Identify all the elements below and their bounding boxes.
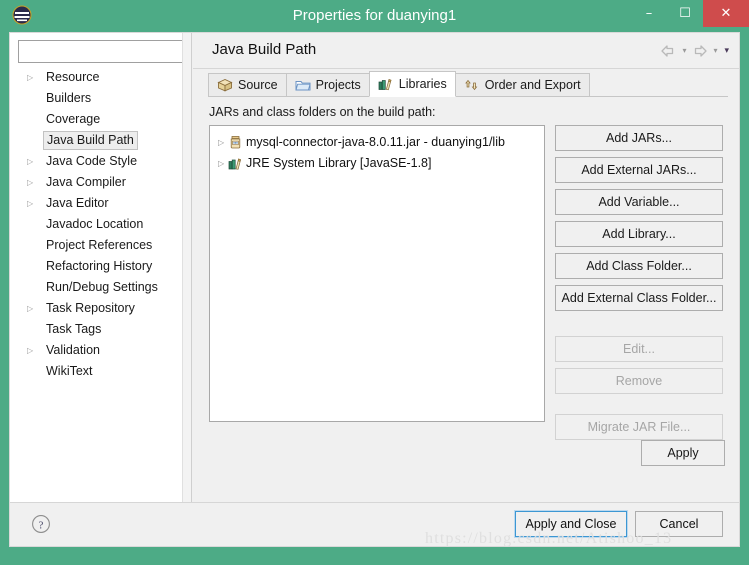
back-arrow-icon[interactable]: [660, 43, 677, 59]
build-path-entry-label: mysql-connector-java-8.0.11.jar - duanyi…: [246, 135, 505, 149]
sidebar-item-label: Java Code Style: [46, 154, 138, 168]
add-external-jars-button[interactable]: Add External JARs...: [555, 157, 723, 183]
list-label: JARs and class folders on the build path…: [209, 105, 436, 119]
sidebar-item-label: WikiText: [46, 364, 93, 378]
page-title: Java Build Path: [212, 41, 317, 58]
settings-nav-panel: ▷ Resource Builders Coverage Java Build Path…: [10, 33, 192, 502]
tab-label: Source: [238, 78, 278, 92]
close-button[interactable]: ✕: [703, 0, 749, 27]
tab-order-and-export[interactable]: Order and Export: [454, 73, 590, 97]
add-jars-button[interactable]: Add JARs...: [555, 125, 723, 151]
tab-source[interactable]: Source: [208, 73, 287, 97]
dialog-body: ▷ Resource Builders Coverage Java Build Path…: [9, 32, 740, 547]
apply-and-close-button[interactable]: Apply and Close: [514, 510, 628, 538]
action-group-spacer: [555, 317, 723, 336]
expand-arrow-icon[interactable]: ▷: [27, 298, 37, 319]
view-menu-caret-icon[interactable]: ▾: [722, 43, 731, 59]
sidebar-item-java-build-path[interactable]: Java Build Path: [10, 130, 191, 151]
action-group-spacer: [555, 400, 723, 414]
title-bar: Properties for duanying1 – ☐ ✕: [0, 0, 749, 32]
nav-scrollbar[interactable]: [182, 33, 191, 502]
sidebar-item-javadoc-location[interactable]: Javadoc Location: [10, 214, 191, 235]
add-external-class-folder-button[interactable]: Add External Class Folder...: [555, 285, 723, 311]
forward-arrow-icon[interactable]: [691, 43, 708, 59]
sidebar-item-label: Builders: [46, 91, 92, 105]
sidebar-item-label: Refactoring History: [46, 259, 153, 273]
expand-arrow-icon[interactable]: ▷: [218, 132, 228, 153]
nav-controls: ▾ ▾ ▾: [660, 41, 731, 61]
back-history-caret-icon[interactable]: ▾: [680, 43, 688, 59]
maximize-button[interactable]: ☐: [667, 0, 703, 27]
sidebar-item-task-repository[interactable]: ▷ Task Repository: [10, 298, 191, 319]
cancel-button[interactable]: Cancel: [635, 511, 723, 537]
sidebar-item-label: Run/Debug Settings: [46, 280, 158, 294]
build-path-list[interactable]: ▷ mysql-connector-java-8.0.11.jar - duany…: [209, 125, 545, 422]
sidebar-item-run-debug-settings[interactable]: Run/Debug Settings: [10, 277, 191, 298]
order-arrows-icon: [464, 78, 480, 92]
expand-arrow-icon[interactable]: ▷: [218, 153, 228, 174]
sidebar-item-label: Javadoc Location: [46, 217, 144, 231]
sidebar-item-label: Resource: [46, 70, 100, 84]
svg-text:?: ?: [39, 519, 44, 531]
add-class-folder-button[interactable]: Add Class Folder...: [555, 253, 723, 279]
sidebar-item-label: Java Compiler: [46, 175, 126, 189]
sidebar-item-builders[interactable]: Builders: [10, 88, 191, 109]
sidebar-item-label: Java Editor: [46, 196, 109, 210]
filter-input[interactable]: [18, 40, 183, 63]
add-library-button[interactable]: Add Library...: [555, 221, 723, 247]
content-header: Java Build Path ▾ ▾ ▾: [193, 33, 739, 69]
apply-button[interactable]: Apply: [641, 440, 725, 466]
properties-dialog-window: Properties for duanying1 – ☐ ✕ ▷ Resource…: [0, 0, 749, 565]
sidebar-item-label: Java Build Path: [43, 131, 138, 150]
add-variable-button[interactable]: Add Variable...: [555, 189, 723, 215]
edit-button: Edit...: [555, 336, 723, 362]
dialog-footer: ? Apply and Close Cancel: [10, 503, 739, 546]
sidebar-item-resource[interactable]: ▷ Resource: [10, 67, 191, 88]
folder-icon: [295, 78, 311, 92]
tab-underline: [208, 96, 728, 97]
build-path-entry[interactable]: ▷ JRE System Library [JavaSE-1.8]: [210, 153, 544, 174]
sidebar-item-label: Task Tags: [46, 322, 102, 336]
minimize-button[interactable]: –: [631, 0, 667, 27]
sidebar-item-java-code-style[interactable]: ▷ Java Code Style: [10, 151, 191, 172]
sidebar-item-validation[interactable]: ▷ Validation: [10, 340, 191, 361]
build-path-entry[interactable]: ▷ mysql-connector-java-8.0.11.jar - duany…: [210, 132, 544, 153]
package-icon: [217, 78, 233, 92]
tab-label: Libraries: [398, 77, 447, 91]
tab-projects[interactable]: Projects: [285, 73, 370, 97]
help-icon[interactable]: ?: [31, 514, 51, 534]
settings-tree[interactable]: ▷ Resource Builders Coverage Java Build Path…: [10, 67, 191, 497]
expand-arrow-icon[interactable]: ▷: [27, 172, 37, 193]
sidebar-item-refactoring-history[interactable]: Refactoring History: [10, 256, 191, 277]
expand-arrow-icon[interactable]: ▷: [27, 151, 37, 172]
build-path-tabs[interactable]: Source Projects Libraries Order and Export: [208, 71, 728, 97]
expand-arrow-icon[interactable]: ▷: [27, 193, 37, 214]
sidebar-item-project-references[interactable]: Project References: [10, 235, 191, 256]
sidebar-item-label: Task Repository: [46, 301, 135, 315]
maximize-icon: ☐: [679, 6, 691, 21]
tab-libraries[interactable]: Libraries: [368, 71, 456, 97]
remove-button: Remove: [555, 368, 723, 394]
build-path-entry-label: JRE System Library [JavaSE-1.8]: [246, 156, 432, 170]
sidebar-item-wikitext[interactable]: WikiText: [10, 361, 191, 382]
forward-history-caret-icon[interactable]: ▾: [711, 43, 719, 59]
minimize-icon: –: [645, 6, 653, 21]
tab-label: Order and Export: [484, 78, 581, 92]
sidebar-item-label: Coverage: [46, 112, 101, 126]
expand-arrow-icon[interactable]: ▷: [27, 340, 37, 361]
sidebar-item-java-compiler[interactable]: ▷ Java Compiler: [10, 172, 191, 193]
expand-arrow-icon[interactable]: ▷: [27, 67, 37, 88]
tab-label: Projects: [315, 78, 361, 92]
sidebar-item-coverage[interactable]: Coverage: [10, 109, 191, 130]
close-icon: ✕: [720, 6, 732, 21]
sidebar-item-java-editor[interactable]: ▷ Java Editor: [10, 193, 191, 214]
sidebar-item-task-tags[interactable]: Task Tags: [10, 319, 191, 340]
sidebar-item-label: Project References: [46, 238, 153, 252]
action-buttons: Add JARs... Add External JARs... Add Varia…: [555, 125, 723, 446]
sidebar-item-label: Validation: [46, 343, 100, 357]
apply-bar: Apply: [193, 431, 739, 479]
books-icon: [378, 77, 394, 91]
